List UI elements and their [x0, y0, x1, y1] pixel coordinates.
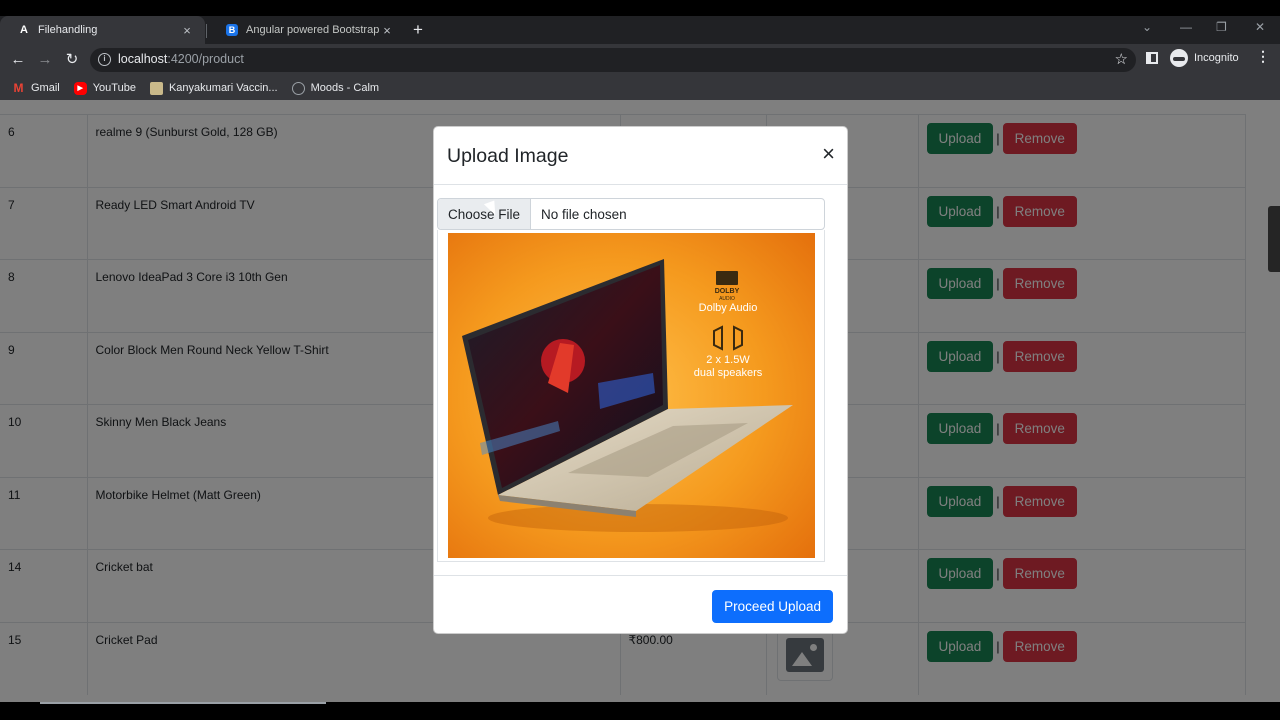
gmail-icon: M	[13, 81, 24, 95]
image-preview-frame: DOLBY AUDIO Dolby Audio 2 x 1.5W dual sp…	[437, 230, 825, 562]
modal-header: Upload Image ×	[434, 127, 847, 185]
bookmark-kanyakumari[interactable]: Kanyakumari Vaccin...	[149, 81, 278, 95]
progress-bar	[40, 702, 326, 704]
bookmark-star-icon[interactable]: ☆	[1115, 50, 1128, 68]
youtube-icon: ▶	[73, 81, 87, 95]
site-info-icon[interactable]: i	[98, 53, 111, 66]
laptop-preview-image: DOLBY AUDIO Dolby Audio 2 x 1.5W dual sp…	[448, 233, 815, 558]
tab-divider	[206, 24, 207, 38]
tab-search-icon[interactable]: ⌄	[1142, 20, 1152, 34]
forward-icon[interactable]: →	[34, 49, 56, 71]
modal-footer: Proceed Upload	[434, 575, 847, 633]
side-panel-icon[interactable]	[1146, 52, 1158, 64]
bootstrap-favicon-icon: B	[226, 24, 238, 36]
feature-speakers-label: dual speakers	[694, 367, 763, 379]
bookmark-youtube[interactable]: ▶ YouTube	[73, 81, 136, 95]
bookmark-moods[interactable]: Moods - Calm	[291, 81, 380, 95]
browser-menu-icon[interactable]: ⋮	[1256, 48, 1270, 65]
tab-filehandling[interactable]: A Filehandling ×	[0, 16, 205, 44]
bookmark-label: Gmail	[31, 82, 60, 94]
feature-speakers-power: 2 x 1.5W	[706, 354, 750, 366]
angular-favicon-icon: A	[20, 24, 28, 36]
browser-toolbar: ← → ↻ i localhost:4200/product ☆ Incogni…	[0, 44, 1280, 76]
minimize-icon[interactable]: —	[1180, 20, 1192, 34]
feature-dolby-audio: Dolby Audio	[699, 302, 758, 314]
tab-angular-bootstrap[interactable]: B Angular powered Bootstrap ×	[208, 16, 405, 44]
bookmark-label: YouTube	[92, 82, 136, 94]
tab-title: Filehandling	[38, 24, 98, 36]
bookmark-label: Kanyakumari Vaccin...	[168, 82, 278, 94]
url-text[interactable]: localhost:4200/product	[118, 52, 244, 66]
tab-close-icon[interactable]: ×	[379, 23, 395, 38]
file-status: No file chosen	[541, 206, 627, 222]
back-icon[interactable]: ←	[7, 49, 29, 71]
tab-title: Angular powered Bootstrap	[246, 24, 379, 36]
restore-icon[interactable]: ❐	[1216, 20, 1227, 34]
image-preview: DOLBY AUDIO Dolby Audio 2 x 1.5W dual sp…	[448, 233, 815, 558]
globe-icon	[291, 81, 305, 95]
video-progress-strip	[0, 702, 1280, 720]
window-close-icon[interactable]: ✕	[1255, 20, 1265, 34]
incognito-icon	[1170, 49, 1188, 67]
modal-title: Upload Image	[447, 145, 569, 167]
incognito-profile[interactable]: Incognito	[1170, 49, 1239, 67]
profile-label: Incognito	[1194, 52, 1239, 64]
bookmark-label: Moods - Calm	[310, 82, 380, 94]
bookmark-gmail[interactable]: M Gmail	[12, 81, 60, 95]
address-bar[interactable]: i localhost:4200/product ☆	[90, 48, 1136, 72]
reload-icon[interactable]: ↻	[61, 49, 83, 71]
bookmark-site-icon	[149, 81, 163, 95]
tab-strip: A Filehandling × B Angular powered Boots…	[0, 16, 1280, 44]
close-icon[interactable]: ×	[822, 143, 835, 165]
proceed-upload-button[interactable]: Proceed Upload	[712, 590, 833, 623]
dolby-brand-text: DOLBY	[715, 288, 740, 295]
new-tab-button[interactable]: +	[413, 21, 423, 39]
bookmarks-bar: M Gmail ▶ YouTube Kanyakumari Vaccin... …	[0, 76, 1280, 100]
page-content: 6realme 9 (Sunburst Gold, 128 GB)Upload|…	[0, 100, 1280, 702]
tab-close-icon[interactable]: ×	[179, 23, 195, 38]
upload-image-modal: Upload Image × Choose File No file chose…	[433, 126, 848, 634]
